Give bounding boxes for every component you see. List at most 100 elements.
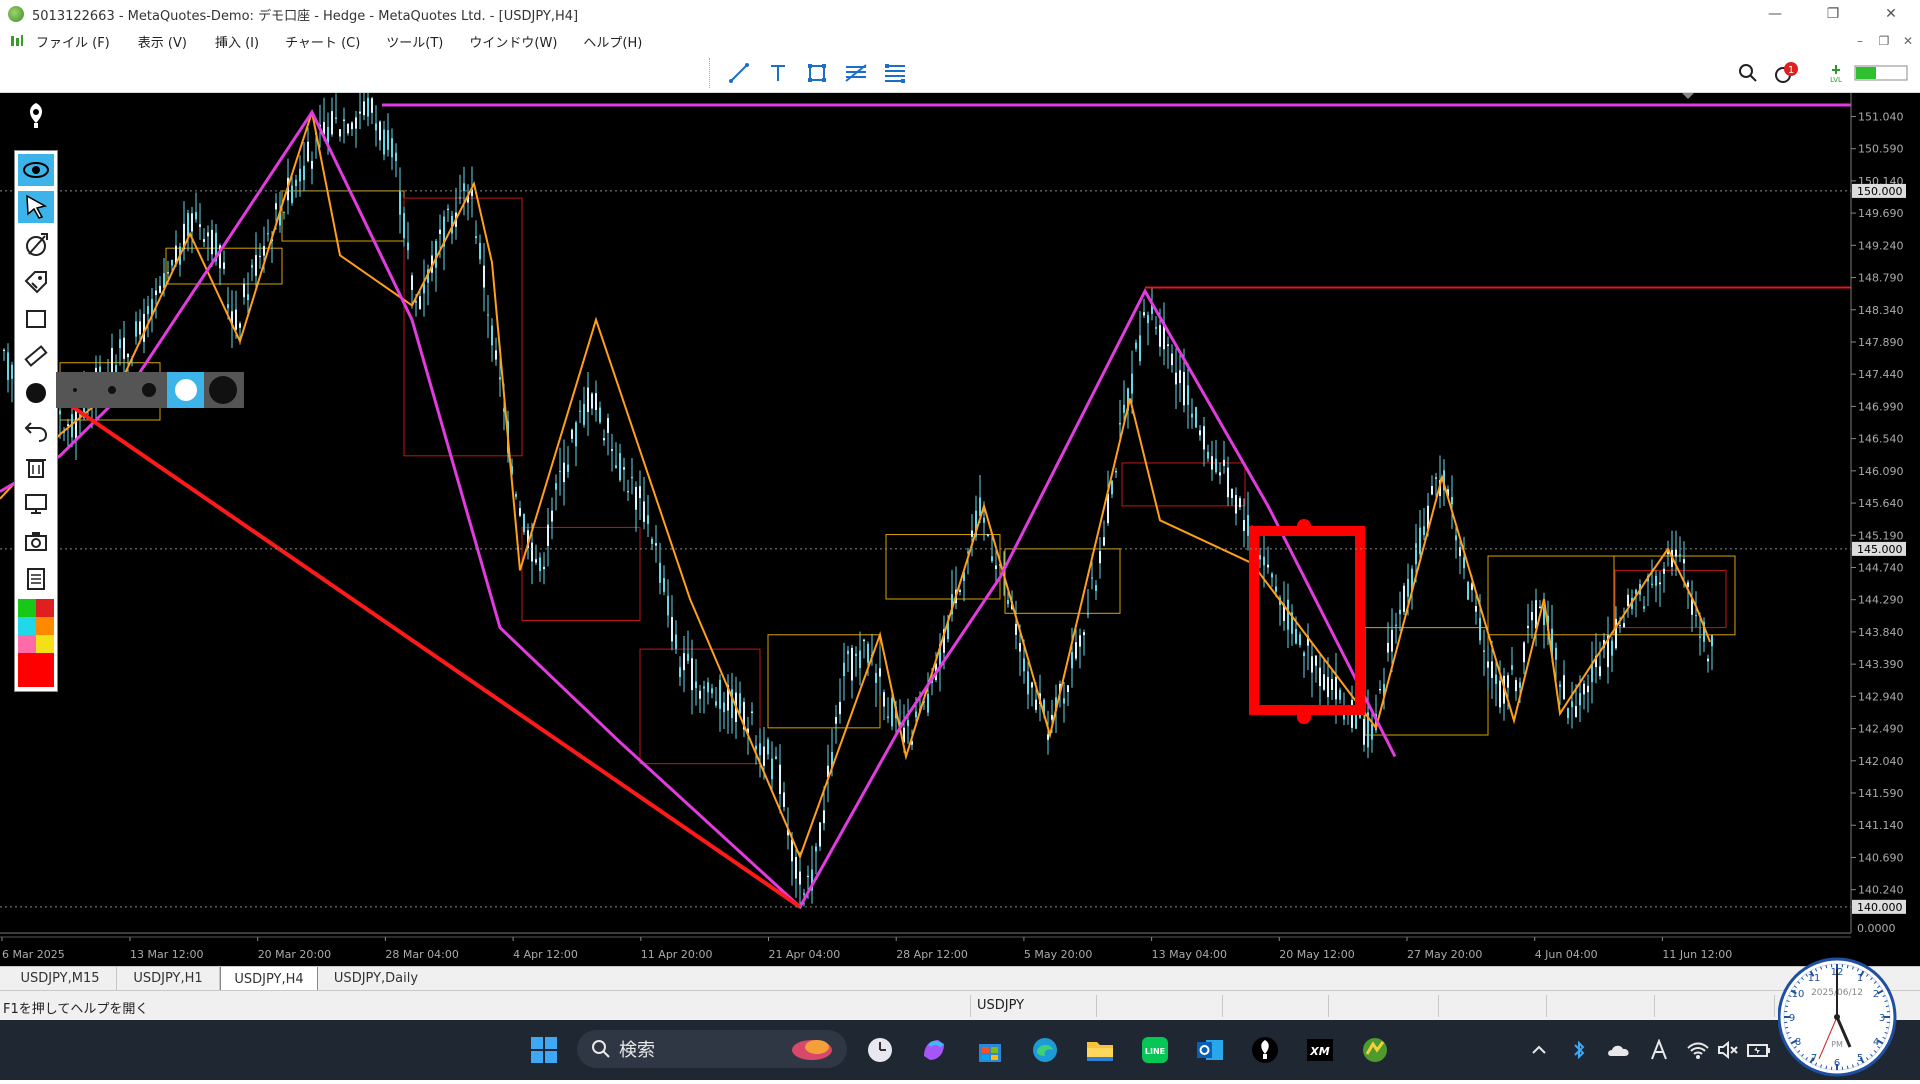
ime-indicator-icon[interactable]: [1643, 1034, 1675, 1066]
chart-area[interactable]: 151.040150.590150.140149.690149.240148.7…: [0, 93, 1920, 966]
brush-size-4[interactable]: [167, 372, 204, 408]
candle-body: [531, 543, 533, 562]
price-label: 146.540: [1858, 433, 1904, 446]
color-swatch-green[interactable]: [18, 599, 36, 617]
metatrader-icon[interactable]: [1359, 1034, 1391, 1066]
clock-app-icon[interactable]: [864, 1034, 896, 1066]
price-label: 149.690: [1858, 207, 1904, 220]
price-chart[interactable]: 151.040150.590150.140149.690149.240148.7…: [0, 93, 1920, 966]
candle-body: [679, 667, 681, 677]
svg-text:9: 9: [1789, 1013, 1795, 1024]
tab-usdjpy-daily[interactable]: USDJPY,Daily: [320, 967, 432, 990]
eraser-icon[interactable]: [18, 229, 54, 261]
candle-body: [703, 687, 705, 689]
help-hint: F1を押してヘルプを開く: [3, 998, 148, 1017]
cursor-icon[interactable]: [18, 191, 54, 223]
copilot-icon[interactable]: [918, 1034, 950, 1066]
pen-app-icon[interactable]: [1249, 1034, 1281, 1066]
rectangle-icon[interactable]: [18, 303, 54, 335]
tray-chevron-icon[interactable]: [1523, 1034, 1555, 1066]
battery-icon[interactable]: [1743, 1034, 1775, 1066]
candle-body: [687, 654, 689, 661]
text-tool-icon[interactable]: [764, 60, 792, 86]
xm-app-icon[interactable]: XM: [1304, 1034, 1336, 1066]
menu-chart[interactable]: チャート (C): [285, 32, 360, 51]
candle-body: [1423, 526, 1425, 535]
signal-level-icon: LVL: [1822, 60, 1850, 86]
camera-icon[interactable]: [18, 525, 54, 557]
candle-body: [607, 418, 609, 433]
undo-icon[interactable]: [18, 414, 54, 446]
color-swatch-pink[interactable]: [18, 635, 36, 653]
maximize-button[interactable]: ❐: [1804, 0, 1862, 28]
candle-body: [1539, 607, 1541, 609]
wifi-icon[interactable]: [1682, 1034, 1714, 1066]
color-swatch-red[interactable]: [36, 599, 54, 617]
color-swatch-yellow[interactable]: [36, 635, 54, 653]
candle-body: [1587, 686, 1589, 692]
fibo-channel-icon[interactable]: [881, 60, 909, 86]
close-button[interactable]: ✕: [1862, 0, 1920, 28]
candle-body: [563, 463, 565, 482]
candle-body: [1031, 682, 1033, 687]
eye-icon[interactable]: [18, 154, 54, 186]
menu-tools[interactable]: ツール(T): [386, 32, 443, 51]
brush-size-3[interactable]: [130, 372, 167, 408]
outlook-icon[interactable]: [1194, 1034, 1226, 1066]
color-swatch-orange[interactable]: [36, 617, 54, 635]
trendline-icon[interactable]: [725, 60, 753, 86]
time-label: 13 May 04:00: [1152, 948, 1227, 961]
current-color-swatch[interactable]: [18, 653, 54, 687]
tab-usdjpy-h1[interactable]: USDJPY,H1: [117, 967, 220, 990]
menu-window[interactable]: ウインドウ(W): [469, 32, 557, 51]
candle-body: [707, 682, 709, 692]
candle-body: [631, 477, 633, 478]
clock-widget[interactable]: 12639 1245 781011 2025/06/12 PM: [1778, 955, 1920, 1080]
edge-browser-icon[interactable]: [1029, 1034, 1061, 1066]
speaker-muted-icon[interactable]: [1712, 1034, 1744, 1066]
brush-size-icon[interactable]: [18, 377, 54, 409]
time-label: 4 Jun 04:00: [1535, 948, 1598, 961]
color-swatch-cyan[interactable]: [18, 617, 36, 635]
rectangle-tool-icon[interactable]: [803, 60, 831, 86]
mdi-minimize-button[interactable]: –: [1848, 28, 1872, 54]
menu-file[interactable]: ファイル (F): [36, 32, 110, 51]
search-icon[interactable]: [1734, 60, 1762, 86]
minimize-button[interactable]: —: [1746, 0, 1804, 28]
bluetooth-icon[interactable]: [1563, 1034, 1595, 1066]
notification-icon[interactable]: 1: [1772, 60, 1800, 86]
notes-icon[interactable]: [18, 562, 54, 594]
candle-body: [671, 617, 673, 641]
candle-body: [1515, 680, 1517, 691]
line-app-icon[interactable]: LINE: [1139, 1034, 1171, 1066]
file-explorer-icon[interactable]: [1084, 1034, 1116, 1066]
svg-text:8: 8: [1795, 1037, 1801, 1048]
trash-icon[interactable]: [18, 451, 54, 483]
candle-body: [371, 98, 373, 113]
brush-size-2[interactable]: [93, 372, 130, 408]
pen-icon[interactable]: [18, 99, 54, 131]
tab-usdjpy-m15[interactable]: USDJPY,M15: [4, 967, 117, 990]
candle-body: [571, 430, 573, 439]
candle-body: [519, 508, 521, 516]
onedrive-icon[interactable]: [1603, 1034, 1635, 1066]
menu-insert[interactable]: 挿入 (I): [215, 32, 259, 51]
mdi-restore-button[interactable]: ❐: [1872, 28, 1896, 54]
mdi-close-button[interactable]: ✕: [1896, 28, 1920, 54]
brush-size-1[interactable]: [56, 372, 93, 408]
candle-body: [1463, 557, 1465, 568]
brush-size-5[interactable]: [204, 372, 241, 408]
tab-usdjpy-h4[interactable]: USDJPY,H4: [220, 967, 318, 992]
ruler-icon[interactable]: [18, 340, 54, 372]
windows-start-icon[interactable]: [528, 1034, 560, 1066]
screen-icon[interactable]: [18, 488, 54, 520]
fibonacci-icon[interactable]: [842, 60, 870, 86]
label-icon[interactable]: [18, 266, 54, 298]
candle-body: [987, 534, 989, 535]
taskbar-search[interactable]: 検索: [577, 1030, 847, 1068]
menu-view[interactable]: 表示 (V): [138, 32, 187, 51]
store-icon[interactable]: [974, 1034, 1006, 1066]
candle-body: [147, 306, 149, 314]
menu-help[interactable]: ヘルプ(H): [583, 32, 642, 51]
clock-tick: [1826, 1066, 1827, 1069]
